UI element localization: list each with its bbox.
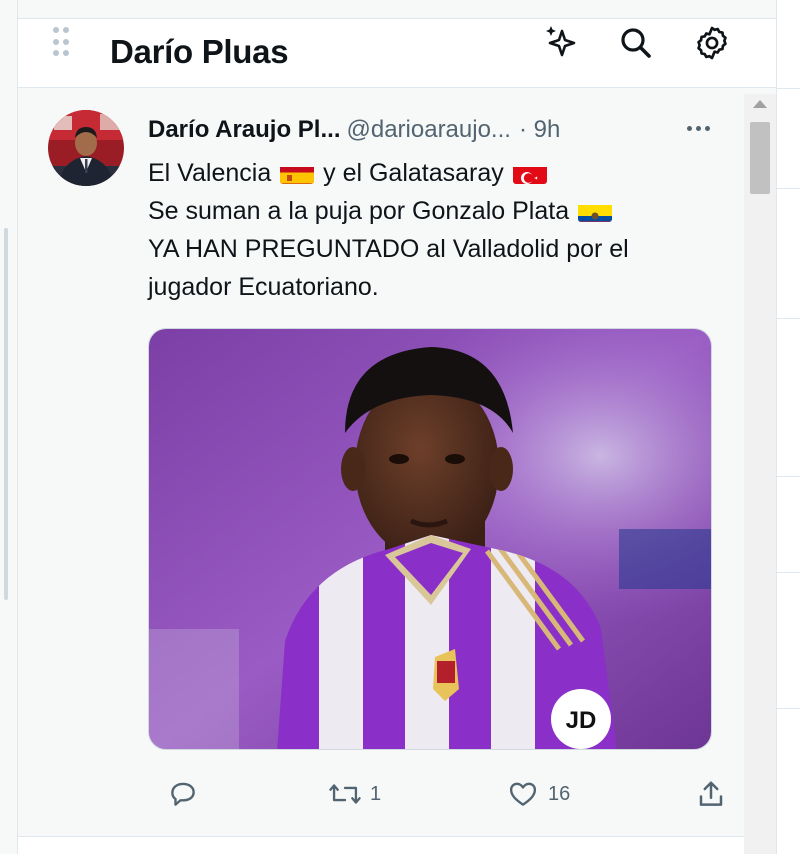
tweet-line-4: jugador Ecuatoriano. (148, 273, 379, 301)
column-scrollbar[interactable] (744, 94, 776, 854)
share-icon (699, 781, 723, 806)
tweet-line-2: Se suman a la puja por Gonzalo Plata (148, 192, 728, 230)
reply-icon (171, 782, 195, 806)
next-tweet-separator (18, 836, 744, 854)
avatar[interactable] (48, 110, 124, 186)
tweet-media-image[interactable]: JD (148, 328, 712, 750)
tweet[interactable]: Darío Araujo Pl... @darioaraujo... · 9h El… (18, 88, 744, 836)
right-column-edge (776, 0, 800, 854)
share-button[interactable] (696, 776, 726, 812)
tweetdeck-column: Darío Pluas Darío Araujo Pl... @darioara… (18, 0, 776, 854)
sparkle-icon[interactable] (542, 23, 582, 63)
tweet-line-1: El Valencia y el Galatasaray (148, 154, 728, 192)
turkey-flag-icon (512, 162, 547, 184)
jersey-sponsor-label: JD (566, 707, 597, 734)
retweet-button[interactable]: 1 (328, 776, 381, 812)
like-count: 16 (548, 782, 571, 805)
tweet-time[interactable]: · 9h (519, 116, 560, 143)
settings-icon[interactable] (692, 23, 732, 63)
tweet-actions: 1 16 (148, 776, 728, 812)
column-title: Darío Pluas (110, 33, 289, 70)
tweet-line-3: YA HAN PREGUNTADO al Valladolid por el (148, 235, 629, 263)
left-column-scrollbar[interactable] (4, 228, 8, 600)
heart-icon (509, 782, 537, 806)
scrollbar-thumb[interactable] (750, 122, 770, 194)
retweet-icon (329, 784, 361, 804)
ecuador-flag-icon (578, 200, 613, 222)
more-options-icon[interactable] (678, 114, 718, 142)
author-name[interactable]: Darío Araujo Pl... (148, 116, 340, 143)
drag-handle-icon[interactable] (53, 27, 73, 59)
column-header: Darío Pluas (18, 18, 776, 88)
tweet-header: Darío Araujo Pl... @darioaraujo... · 9h (148, 116, 748, 144)
tweet-text: El Valencia y el Galatasaray Se suman a … (148, 154, 728, 306)
search-icon[interactable] (616, 23, 656, 63)
left-column-edge (0, 0, 18, 854)
reply-button[interactable] (168, 776, 206, 812)
scroll-up-arrow-icon[interactable] (753, 100, 767, 108)
retweet-count: 1 (370, 782, 382, 805)
like-button[interactable]: 16 (506, 776, 570, 812)
author-handle[interactable]: @darioaraujo... (346, 116, 510, 143)
spain-flag-icon (280, 162, 315, 184)
